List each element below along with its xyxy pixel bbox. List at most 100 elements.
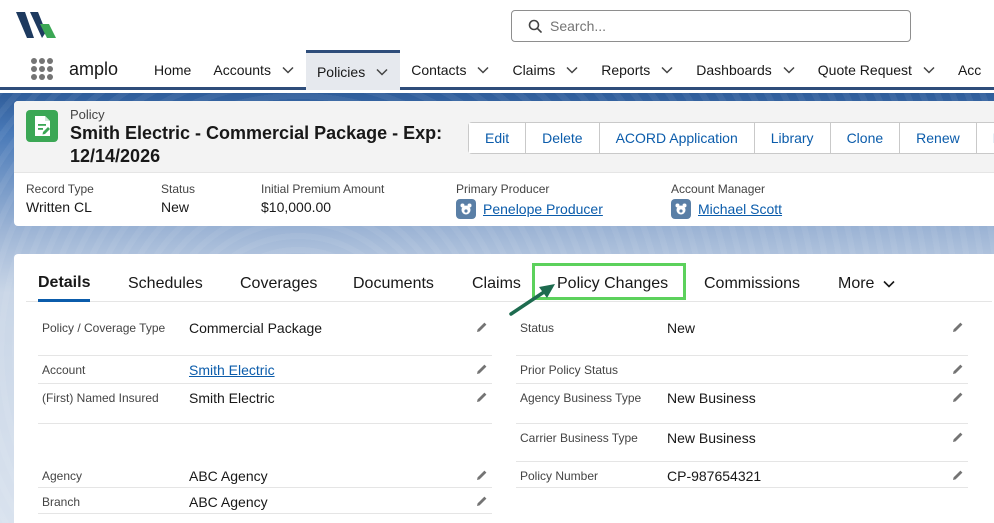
edit-pencil-icon[interactable] — [952, 391, 964, 403]
nav-item-acc[interactable]: Acc — [947, 50, 992, 90]
delete-button[interactable]: Delete — [526, 123, 600, 153]
chevron-down-icon[interactable] — [281, 63, 295, 77]
global-search[interactable] — [511, 10, 911, 42]
chevron-down-icon[interactable] — [476, 63, 490, 77]
field-label: Agency — [42, 469, 83, 483]
highlight-account-manager: Account Manager Michael Scott — [671, 182, 782, 219]
highlight-primary-producer: Primary Producer Penelope Producer — [456, 182, 603, 219]
search-input[interactable] — [550, 18, 890, 34]
annotation-arrow-icon — [509, 284, 555, 316]
amplo-logo-icon[interactable] — [16, 10, 58, 40]
edit-pencil-icon[interactable] — [476, 363, 488, 375]
field-label: Status — [520, 321, 555, 335]
nav-item-label: Dashboards — [696, 62, 772, 78]
acord-application-button[interactable]: ACORD Application — [599, 123, 755, 153]
field-row-right: Agency Business Type New Business — [516, 384, 968, 424]
user-avatar-icon — [671, 199, 691, 219]
chevron-down-icon[interactable] — [660, 63, 674, 77]
field-row-right: Status New — [516, 314, 968, 356]
field-label: Account — [42, 363, 86, 377]
chevron-down-icon[interactable] — [922, 63, 936, 77]
highlight-label: Initial Premium Amount — [261, 182, 385, 196]
field-row-right: Policy Number CP-987654321 — [516, 462, 968, 488]
field-value: Commercial Package — [189, 320, 323, 336]
field-label: (First) Named Insured — [42, 391, 159, 405]
tab-commissions[interactable]: Commissions — [704, 266, 800, 302]
nav-item-label: Contacts — [411, 62, 467, 78]
chevron-down-icon — [883, 280, 896, 288]
edit-pencil-icon[interactable] — [952, 321, 964, 333]
library-button[interactable]: Library — [754, 123, 831, 153]
nav-item-label: Quote Request — [817, 62, 912, 78]
field-value: ABC Agency — [189, 468, 268, 484]
re-button[interactable]: Re — [976, 123, 994, 153]
highlight-value: $10,000.00 — [261, 199, 332, 215]
nav-item-dashboards[interactable]: Dashboards — [685, 50, 807, 90]
nav-item-label: Accounts — [213, 62, 271, 78]
field-row-left: Agency ABC Agency — [38, 462, 492, 488]
highlight-status: Status New — [161, 182, 195, 215]
record-actions: Edit Delete ACORD Application Library Clone R… — [468, 122, 994, 154]
highlight-label: Status — [161, 182, 196, 196]
nav-items: Home Accounts Policies Contacts Claims Report… — [143, 50, 992, 90]
tab-more[interactable]: More — [838, 266, 896, 302]
nav-item-home[interactable]: Home — [143, 50, 202, 90]
nav-item-label: Acc — [957, 62, 982, 78]
field-row-left: (First) Named Insured Smith Electric — [38, 384, 492, 424]
nav-item-label: Reports — [601, 62, 651, 78]
highlight-record-type: Record Type Written CL — [26, 182, 94, 215]
highlights-panel: Record Type Written CL Status New Initia… — [14, 173, 994, 226]
tab-schedules[interactable]: Schedules — [128, 266, 203, 302]
nav-item-contacts[interactable]: Contacts — [400, 50, 501, 90]
chevron-down-icon[interactable] — [375, 65, 389, 79]
details-card: Details Schedules Coverages Documents Cl… — [14, 254, 994, 523]
edit-pencil-icon[interactable] — [476, 321, 488, 333]
chevron-down-icon[interactable] — [565, 63, 579, 77]
highlight-label: Record Type — [26, 182, 94, 196]
field-row-left: Account Smith Electric — [38, 356, 492, 384]
highlight-label: Primary Producer — [456, 182, 550, 196]
search-icon — [528, 19, 542, 33]
nav-item-reports[interactable]: Reports — [590, 50, 685, 90]
highlight-initial-premium: Initial Premium Amount $10,000.00 — [261, 182, 384, 215]
clone-button[interactable]: Clone — [830, 123, 901, 153]
field-value: Smith Electric — [189, 362, 275, 378]
nav-item-accounts[interactable]: Accounts — [202, 50, 306, 90]
tab-coverages[interactable]: Coverages — [240, 266, 317, 302]
field-row-left: Policy / Coverage Type Commercial Package — [38, 314, 492, 356]
nav-item-label: Claims — [512, 62, 556, 78]
app-launcher-icon[interactable] — [31, 58, 53, 80]
edit-pencil-icon[interactable] — [952, 431, 964, 443]
nav-item-claims[interactable]: Claims — [501, 50, 590, 90]
field-label: Branch — [42, 495, 81, 509]
edit-pencil-icon[interactable] — [476, 495, 488, 507]
record-header: Policy Smith Electric - Commercial Packa… — [14, 101, 994, 226]
field-value: ABC Agency — [189, 494, 268, 510]
tab-details[interactable]: Details — [38, 266, 91, 302]
field-value: New — [667, 320, 696, 336]
edit-pencil-icon[interactable] — [952, 363, 964, 375]
highlight-label: Account Manager — [671, 182, 766, 196]
field-label: Policy Number — [520, 469, 599, 483]
account-manager-link[interactable]: Michael Scott — [698, 201, 782, 217]
edit-button[interactable]: Edit — [469, 123, 527, 153]
field-value: Smith Electric — [189, 390, 275, 406]
chevron-down-icon[interactable] — [782, 63, 796, 77]
nav-item-quote-request[interactable]: Quote Request — [807, 50, 947, 90]
policy-record-icon — [26, 110, 58, 142]
field-value-link[interactable]: Smith Electric — [189, 362, 275, 378]
primary-producer-link[interactable]: Penelope Producer — [483, 201, 603, 217]
field-label: Agency Business Type — [520, 391, 642, 405]
edit-pencil-icon[interactable] — [476, 469, 488, 481]
renew-button[interactable]: Renew — [900, 123, 977, 153]
app-name: amplo — [69, 59, 119, 79]
nav-item-policies[interactable]: Policies — [305, 50, 401, 90]
record-header-top: Policy Smith Electric - Commercial Packa… — [14, 101, 994, 173]
tab-documents[interactable]: Documents — [353, 266, 434, 302]
user-avatar-icon — [456, 199, 476, 219]
edit-pencil-icon[interactable] — [952, 469, 964, 481]
field-row-left: Branch ABC Agency — [38, 488, 492, 514]
edit-pencil-icon[interactable] — [476, 391, 488, 403]
record-object-label: Policy — [70, 107, 105, 122]
field-row-right: Carrier Business Type New Business — [516, 424, 968, 462]
